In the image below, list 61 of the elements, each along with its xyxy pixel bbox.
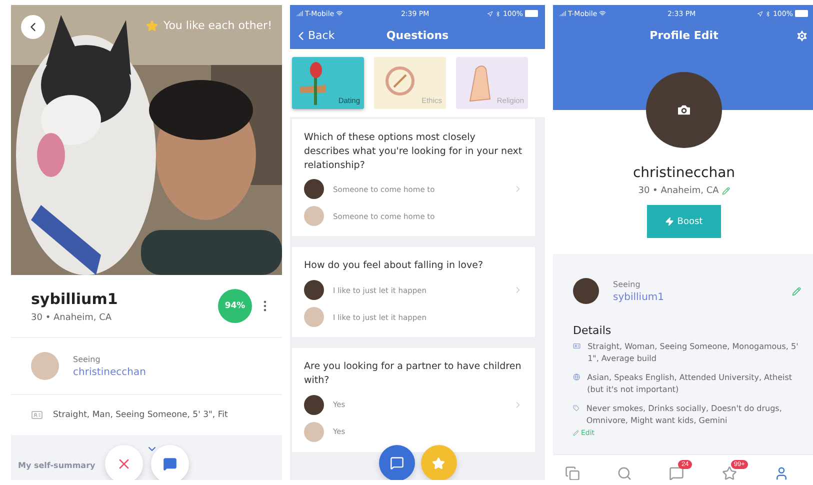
avatar [573, 278, 599, 304]
details-title: Details [572, 323, 612, 339]
section-title: My self-summary [18, 461, 96, 470]
avatar [304, 422, 324, 442]
globe-icon [573, 372, 580, 382]
partner-link[interactable]: sybillium1 [613, 292, 778, 302]
pencil-icon[interactable] [722, 187, 730, 195]
signal-icon [296, 10, 303, 17]
star-icon [432, 456, 445, 470]
lightning-icon [665, 217, 674, 226]
location-icon [486, 10, 493, 16]
avatar [304, 206, 324, 226]
tag-icon [573, 402, 580, 413]
partner-link[interactable]: christinecchan [73, 366, 262, 378]
avatar [31, 352, 59, 380]
detail-text: Asian, Speaks English, Attended University, Atheist (but it's not important) [587, 372, 794, 396]
match-message: You like each other! [163, 19, 272, 32]
message-button[interactable] [378, 445, 414, 480]
signal-icon [559, 10, 566, 17]
chat-bubble-icon [162, 457, 176, 471]
avatar [304, 394, 324, 415]
username: sybillium1 [31, 290, 119, 308]
id-card-icon [31, 409, 43, 421]
screen-title: Questions [386, 29, 449, 42]
battery-icon [524, 10, 539, 17]
question-text: How do you feel about falling in love? [304, 259, 484, 274]
details-text: Straight, Man, Seeing Someone, 5' 3", Fit [53, 410, 228, 420]
location-icon [756, 10, 763, 16]
star-icon [146, 20, 158, 32]
search-icon [617, 466, 632, 480]
match-percent: 94% [218, 289, 252, 323]
star-button[interactable] [420, 445, 456, 480]
settings-icon[interactable] [795, 28, 809, 42]
detail-text: Never smokes, Drinks socially, Doesn't do drugs, Omnivore, Might want kids, Gemini [586, 402, 783, 427]
avatar [304, 179, 324, 200]
seeing-label: Seeing [613, 280, 642, 288]
wifi-icon [336, 10, 344, 17]
bluetooth-icon [494, 10, 501, 16]
boost-button[interactable]: Boost [647, 205, 721, 238]
back-button[interactable]: Back [294, 28, 335, 42]
person-icon [774, 466, 790, 480]
avatar [304, 280, 324, 300]
screen-title: Profile Edit [650, 29, 718, 42]
username: christinecchan [632, 165, 736, 181]
age-location: 30 • Anaheim, CA [31, 312, 113, 322]
chat-bubble-icon [390, 456, 404, 470]
wifi-icon [599, 10, 606, 17]
star-icon [722, 466, 737, 480]
battery-icon [794, 10, 809, 17]
question-text: Are you looking for a partner to have children with? [304, 360, 522, 388]
bluetooth-icon [764, 10, 771, 16]
avatar [304, 307, 324, 328]
seeing-label: Seeing [73, 354, 102, 364]
pencil-icon[interactable] [792, 286, 801, 296]
age-location: 30 • Anaheim, CA [638, 186, 719, 196]
question-text: Which of these options most closely describes what you're looking for in your next relationship? [304, 131, 523, 172]
id-card-icon [573, 341, 581, 351]
detail-text: Straight, Woman, Seeing Someone, Monogamous, 5' 1", Average build [588, 341, 800, 366]
chat-bubble-icon [669, 466, 684, 480]
cards-icon [564, 466, 580, 480]
pencil-icon [573, 430, 579, 436]
